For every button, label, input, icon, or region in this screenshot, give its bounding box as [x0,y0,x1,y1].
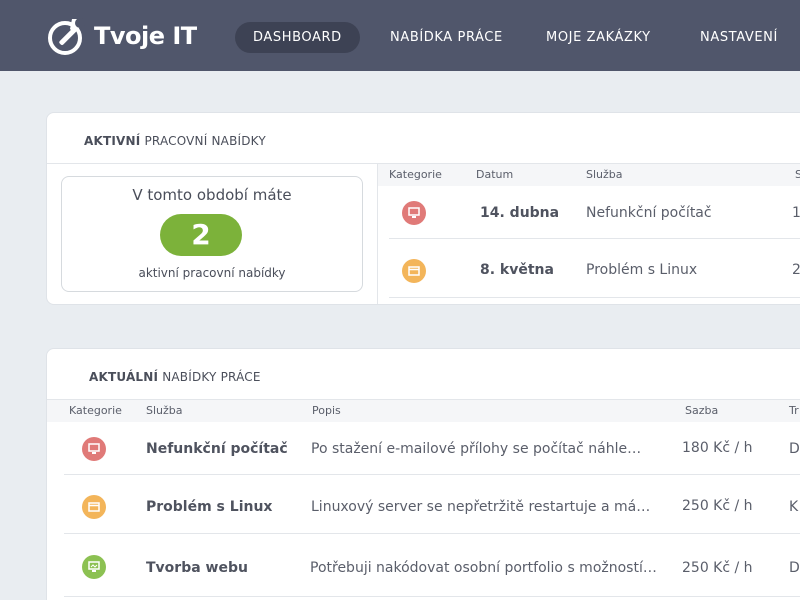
active-offers-title: AKTIVNÍ PRACOVNÍ NABÍDKY [84,134,266,148]
active-row-2-date: 8. května [480,262,554,278]
row-divider [64,474,800,475]
offer-row-2-extra: K [789,499,799,515]
col-category[interactable]: Kategorie [69,404,122,417]
active-row-1-date: 14. dubna [480,205,560,221]
offer-row-3-service[interactable]: Tvorba webu [146,560,248,576]
window-icon [82,495,106,519]
offer-row-2-rate: 250 Kč / h [682,498,753,514]
summary-line1: V tomto období máte [132,186,292,204]
col-extra[interactable]: Tr [789,404,799,417]
offer-row-1-description: Po stažení e-mailové přílohy se počítač … [311,441,642,457]
offer-row-2-description: Linuxový server se nepřetržitě restartuj… [311,499,651,515]
row-divider [64,596,800,597]
row-divider [389,238,800,239]
offer-row-1-extra: D [789,441,800,457]
active-row-1-service[interactable]: Nefunkční počítač [586,205,712,221]
row-divider [389,297,800,298]
brand-name: Tvoje IT [94,22,197,50]
active-count-badge: 2 [160,214,242,256]
summary-box: V tomto období máte 2 aktivní pracovní n… [61,176,363,292]
col-service[interactable]: Služba [146,404,183,417]
top-navbar: Tvoje IT DASHBOARD NABÍDKA PRÁCE MOJE ZA… [0,0,800,71]
active-row-2-extra: 2 [792,262,800,278]
nav-my-orders[interactable]: MOJE ZAKÁZKY [546,22,651,53]
col-extra[interactable]: S [795,168,800,181]
row-divider [64,533,800,534]
active-row-2-service[interactable]: Problém s Linux [586,262,697,278]
brand-logo[interactable]: Tvoje IT [46,14,197,58]
nav-settings[interactable]: NASTAVENÍ [700,22,778,53]
wrench-gear-icon [48,18,85,55]
offer-row-1-rate: 180 Kč / h [682,440,753,456]
offer-row-3-description: Potřebuji nakódovat osobní portfolio s m… [310,560,657,576]
col-service[interactable]: Služba [586,168,623,181]
offer-row-1-service[interactable]: Nefunkční počítač [146,441,288,457]
current-offers-title: AKTUÁLNÍ NABÍDKY PRÁCE [89,370,261,384]
col-rate[interactable]: Sazba [685,404,718,417]
offer-row-2-service[interactable]: Problém s Linux [146,499,272,515]
col-description[interactable]: Popis [312,404,341,417]
nav-dashboard[interactable]: DASHBOARD [235,22,360,53]
active-row-1-extra: 1 [792,205,800,221]
offer-row-3-extra: D [789,560,800,576]
offer-row-3-rate: 250 Kč / h [682,560,753,576]
window-icon [402,259,426,283]
nav-job-offers[interactable]: NABÍDKA PRÁCE [390,22,503,53]
computer-icon [402,201,426,225]
col-date[interactable]: Datum [476,168,513,181]
monitor-icon [82,555,106,579]
col-category[interactable]: Kategorie [389,168,442,181]
summary-line2: aktivní pracovní nabídky [138,266,286,280]
computer-icon [82,437,106,461]
